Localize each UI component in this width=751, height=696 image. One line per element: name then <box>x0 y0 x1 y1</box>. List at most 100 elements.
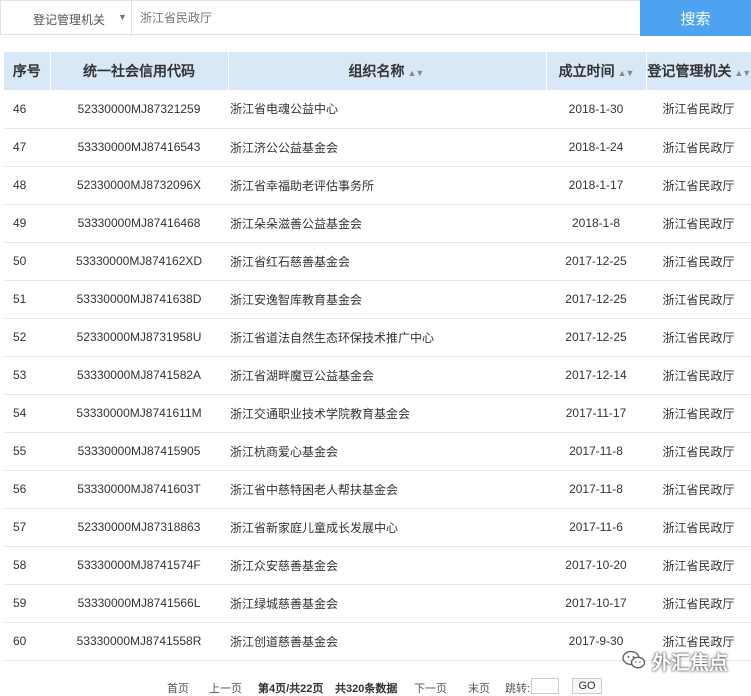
table-row[interactable]: 49 53330000MJ87416468 浙江朵朵滋善公益基金会 2018-1-8 浙… <box>4 204 751 242</box>
cell-index: 49 <box>13 216 27 230</box>
cell-code: 53330000MJ87416468 <box>77 216 201 230</box>
cell-name: 浙江省红石慈善基金会 <box>230 254 351 269</box>
table-row[interactable]: 55 53330000MJ87415905 浙江杭商爱心基金会 2017-11-8 浙江… <box>4 432 751 470</box>
cell-date: 2017-11-17 <box>565 406 627 420</box>
cell-name: 浙江创道慈善基金会 <box>230 634 339 649</box>
table-row[interactable]: 50 53330000MJ874162XD 浙江省红石慈善基金会 2017-12-25… <box>4 242 751 280</box>
table-row[interactable]: 57 52330000MJ87318863 浙江省新家庭儿童成长发展中心 2017-1… <box>4 508 751 546</box>
table-row[interactable]: 47 53330000MJ87416543 浙江济公公益基金会 2018-1-24 浙江… <box>4 128 751 166</box>
cell-date: 2017-11-8 <box>569 482 623 496</box>
cell-index: 50 <box>13 254 27 268</box>
column-header-name[interactable]: 组织名称 ▲▼ <box>228 52 547 90</box>
cell-index: 54 <box>13 406 27 420</box>
cell-code: 53330000MJ8741574F <box>77 558 201 572</box>
cell-name: 浙江省幸福助老评估事务所 <box>230 178 375 193</box>
cell-authority: 浙江省民政厅 <box>662 330 735 345</box>
cell-index: 59 <box>13 596 27 610</box>
table-row[interactable]: 48 52330000MJ8732096X 浙江省幸福助老评估事务所 2018-1-1… <box>4 166 751 204</box>
results-table-container: 序号 统一社会信用代码 组织名称 ▲▼ 成立时间 ▲▼ 登记管理机关 ▲▼ 46 523… <box>4 52 751 661</box>
column-header-index-label: 序号 <box>12 63 41 79</box>
cell-index: 46 <box>13 101 27 116</box>
cell-code: 53330000MJ8741558R <box>76 634 202 648</box>
cell-code: 52330000MJ87318863 <box>77 520 201 534</box>
column-header-name-label: 组织名称 <box>348 63 405 79</box>
cell-date: 2018-1-8 <box>571 216 621 230</box>
cell-date: 2017-12-14 <box>565 368 627 382</box>
table-row[interactable]: 58 53330000MJ8741574F 浙江众安慈善基金会 2017-10-20 浙… <box>4 546 751 584</box>
cell-authority: 浙江省民政厅 <box>662 596 735 611</box>
cell-name: 浙江省中慈特困老人帮扶基金会 <box>230 482 399 497</box>
cell-date: 2017-10-20 <box>565 558 627 572</box>
cell-authority: 浙江省民政厅 <box>662 520 735 535</box>
chevron-down-icon: ▼ <box>118 12 127 22</box>
column-header-date[interactable]: 成立时间 ▲▼ <box>546 52 647 90</box>
cell-name: 浙江绿城慈善基金会 <box>230 596 339 611</box>
table-row[interactable]: 52 52330000MJ8731958U 浙江省道法自然生态环保技术推广中心 201… <box>4 318 751 356</box>
column-header-code-label: 统一社会信用代码 <box>83 63 195 79</box>
table-body: 46 52330000MJ87321259 浙江省电魂公益中心 2018-1-30 浙江… <box>4 90 751 660</box>
cell-authority: 浙江省民政厅 <box>662 254 735 269</box>
cell-index: 60 <box>13 634 27 648</box>
search-scope-value: 登记管理机关 <box>33 13 106 27</box>
results-table: 序号 统一社会信用代码 组织名称 ▲▼ 成立时间 ▲▼ 登记管理机关 ▲▼ 46 523… <box>4 52 751 661</box>
cell-index: 47 <box>13 140 27 154</box>
cell-authority: 浙江省民政厅 <box>662 558 735 573</box>
column-header-authority[interactable]: 登记管理机关 ▲▼ <box>646 52 751 90</box>
pagination: 首页 上一页 第4页/共22页 共320条数据 下一页 末页 跳转: GO <box>0 676 751 695</box>
table-row[interactable]: 53 53330000MJ8741582A 浙江省湖畔魔豆公益基金会 2017-12-… <box>4 356 751 394</box>
cell-code: 53330000MJ874162XD <box>75 254 203 268</box>
search-bar: 登记管理机关 ▼ 搜索 <box>0 0 751 36</box>
cell-authority: 浙江省民政厅 <box>662 178 735 193</box>
sort-icon[interactable]: ▲▼ <box>734 68 751 78</box>
table-row[interactable]: 56 53330000MJ8741603T 浙江省中慈特困老人帮扶基金会 2017-1… <box>4 470 751 508</box>
cell-authority: 浙江省民政厅 <box>662 406 735 421</box>
cell-code: 53330000MJ8741582A <box>76 368 202 382</box>
cell-code: 53330000MJ87416543 <box>77 140 201 154</box>
cell-authority: 浙江省民政厅 <box>662 368 735 383</box>
table-row[interactable]: 51 53330000MJ8741638D 浙江安逸智库教育基金会 2017-12-2… <box>4 280 751 318</box>
sort-icon[interactable]: ▲▼ <box>408 68 425 78</box>
jump-page-input[interactable] <box>531 678 559 694</box>
sort-icon[interactable]: ▲▼ <box>618 68 635 78</box>
cell-date: 2018-1-30 <box>568 101 624 116</box>
table-header: 序号 统一社会信用代码 组织名称 ▲▼ 成立时间 ▲▼ 登记管理机关 ▲▼ <box>4 52 751 90</box>
table-header-row: 序号 统一社会信用代码 组织名称 ▲▼ 成立时间 ▲▼ 登记管理机关 ▲▼ <box>4 52 751 90</box>
table-row[interactable]: 54 53330000MJ8741611M 浙江交通职业技术学院教育基金会 2017-… <box>4 394 751 432</box>
cell-name: 浙江省新家庭儿童成长发展中心 <box>230 520 399 535</box>
cell-date: 2018-1-17 <box>568 178 624 192</box>
cell-date: 2017-11-8 <box>569 444 623 458</box>
table-row[interactable]: 59 53330000MJ8741566L 浙江绿城慈善基金会 2017-10-17 浙… <box>4 584 751 622</box>
cell-authority: 浙江省民政厅 <box>662 140 735 155</box>
search-input[interactable] <box>132 0 640 35</box>
cell-name: 浙江朵朵滋善公益基金会 <box>230 216 363 231</box>
search-button[interactable]: 搜索 <box>640 0 751 36</box>
column-header-index: 序号 <box>4 52 51 90</box>
cell-date: 2017-12-25 <box>565 254 627 268</box>
cell-code: 53330000MJ8741638D <box>76 292 202 306</box>
go-button[interactable]: GO <box>572 678 602 694</box>
wechat-icon <box>622 650 646 669</box>
cell-name: 浙江济公公益基金会 <box>230 140 339 155</box>
column-header-authority-label: 登记管理机关 <box>647 63 732 79</box>
cell-name: 浙江安逸智库教育基金会 <box>230 292 363 307</box>
cell-name: 浙江交通职业技术学院教育基金会 <box>230 406 411 421</box>
cell-authority: 浙江省民政厅 <box>662 292 735 307</box>
cell-name: 浙江省电魂公益中心 <box>230 102 339 117</box>
cell-index: 48 <box>13 178 27 192</box>
cell-date: 2017-10-17 <box>565 596 627 610</box>
cell-date: 2017-12-25 <box>565 292 627 306</box>
cell-name: 浙江众安慈善基金会 <box>230 558 339 573</box>
cell-index: 57 <box>13 520 27 534</box>
search-scope-dropdown[interactable]: 登记管理机关 ▼ <box>0 0 132 36</box>
cell-index: 56 <box>13 482 27 496</box>
cell-code: 53330000MJ8741611M <box>76 406 202 420</box>
cell-code: 53330000MJ87415905 <box>77 444 201 458</box>
table-row[interactable]: 46 52330000MJ87321259 浙江省电魂公益中心 2018-1-30 浙江… <box>4 90 751 128</box>
cell-name: 浙江省湖畔魔豆公益基金会 <box>230 368 375 383</box>
cell-code: 53330000MJ8741566L <box>77 596 201 610</box>
cell-index: 55 <box>13 444 27 458</box>
cell-date: 2017-12-25 <box>565 330 627 344</box>
cell-code: 52330000MJ87321259 <box>77 101 201 116</box>
cell-code: 52330000MJ8731958U <box>76 330 202 344</box>
cell-authority: 浙江省民政厅 <box>662 482 735 497</box>
